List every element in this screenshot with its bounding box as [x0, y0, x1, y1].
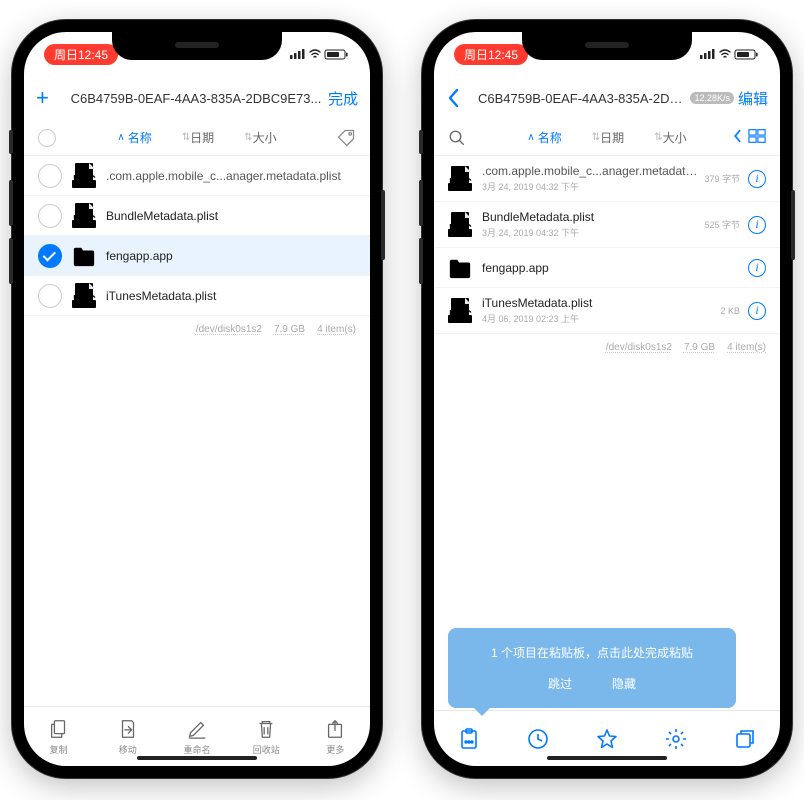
more-button[interactable]: 更多 — [301, 707, 370, 766]
file-row[interactable]: fengapp.app — [24, 236, 370, 276]
nav-bar: + C6B4759B-0EAF-4AA3-835A-2DBC9E73... 完成 — [24, 76, 370, 120]
file-row[interactable]: .com.apple.mobile_c...anager.metadata.pl… — [434, 156, 780, 202]
file-row[interactable]: BundleMetadata.plist 3月 24, 2019 04:32 下… — [434, 202, 780, 248]
tooltip-hide-button[interactable]: 隐藏 — [612, 675, 636, 692]
view-grid-icon[interactable] — [748, 128, 766, 147]
file-list: .com.apple.mobile_c...anager.metadata.pl… — [434, 156, 780, 710]
file-name: .com.apple.mobile_c...anager.metadata.pl… — [106, 169, 356, 183]
row-checkbox[interactable] — [38, 244, 62, 268]
file-name: iTunesMetadata.plist — [106, 289, 356, 303]
home-indicator[interactable] — [547, 756, 667, 760]
folder-icon — [448, 254, 472, 282]
done-button[interactable]: 完成 — [328, 88, 358, 109]
disk-stats: /dev/disk0s1s2 7.9 GB 4 item(s) — [434, 334, 780, 361]
file-size: 379 字节 — [704, 172, 740, 185]
file-date: 3月 24, 2019 04:32 下午 — [482, 226, 698, 239]
sort-bar: ∧名称 ⇅日期 ⇅大小 — [434, 120, 780, 156]
file-row[interactable]: iTunesMetadata.plist — [24, 276, 370, 316]
add-button[interactable]: + — [36, 85, 64, 111]
disk-stats: /dev/disk0s1s2 7.9 GB 4 item(s) — [24, 316, 370, 343]
view-back-icon[interactable] — [732, 129, 742, 146]
nav-title: C6B4759B-0EAF-4AA3-835A-2DBC9E73... — [64, 91, 328, 106]
sort-by-date[interactable]: ⇅日期 — [182, 129, 214, 146]
home-indicator[interactable] — [137, 756, 257, 760]
folder-icon — [72, 242, 96, 270]
info-icon[interactable]: i — [748, 259, 766, 277]
plist-file-icon — [448, 165, 472, 193]
disk-free: 7.9 GB — [274, 324, 305, 335]
copy-button[interactable]: 复制 — [24, 707, 93, 766]
tab-clipboard[interactable] — [434, 711, 503, 766]
phone-left: 周日12:45 + C6B4759B-0EAF-4AA3-835A-2DBC9E… — [12, 20, 382, 778]
file-row[interactable]: fengapp.app i — [434, 248, 780, 288]
file-name: .com.apple.mobile_c...anager.metadata.pl… — [482, 164, 698, 178]
file-name: BundleMetadata.plist — [106, 209, 356, 223]
file-name: iTunesMetadata.plist — [482, 296, 714, 310]
info-icon[interactable]: i — [748, 302, 766, 320]
status-time: 周日12:45 — [454, 44, 528, 65]
row-checkbox[interactable] — [38, 204, 62, 228]
disk-path: /dev/disk0s1s2 — [606, 342, 672, 353]
sort-by-date[interactable]: ⇅日期 — [592, 129, 624, 146]
file-date: 3月 24, 2019 04:32 下午 — [482, 180, 698, 193]
tooltip-skip-button[interactable]: 跳过 — [548, 675, 572, 692]
sort-by-name[interactable]: ∧名称 — [527, 129, 561, 146]
file-size: 2 KB — [720, 306, 740, 316]
row-checkbox[interactable] — [38, 284, 62, 308]
disk-path: /dev/disk0s1s2 — [196, 324, 262, 335]
tab-windows[interactable] — [711, 711, 780, 766]
file-date: 4月 06, 2019 02:23 上午 — [482, 312, 714, 325]
status-indicators — [700, 49, 760, 60]
edit-button[interactable]: 编辑 — [738, 88, 768, 109]
file-row[interactable]: .com.apple.mobile_c...anager.metadata.pl… — [24, 156, 370, 196]
plist-file-icon — [72, 162, 96, 190]
item-count: 4 item(s) — [727, 342, 766, 353]
file-name: BundleMetadata.plist — [482, 210, 698, 224]
info-icon[interactable]: i — [748, 170, 766, 188]
nav-title: C6B4759B-0EAF-4AA3-835A-2DBC9E736A... — [474, 91, 690, 106]
file-name: fengapp.app — [482, 261, 740, 275]
plist-file-icon — [72, 202, 96, 230]
paste-tooltip[interactable]: 1 个项目在粘贴板，点击此处完成粘贴 跳过 隐藏 — [448, 628, 736, 708]
phone-right: 周日12:45 C6B4759B-0EAF-4AA3-835A-2DBC9E73… — [422, 20, 792, 778]
row-checkbox[interactable] — [38, 164, 62, 188]
tooltip-message: 1 个项目在粘贴板，点击此处完成粘贴 — [460, 644, 724, 661]
sort-by-name[interactable]: ∧名称 — [117, 129, 151, 146]
file-row[interactable]: iTunesMetadata.plist 4月 06, 2019 02:23 上… — [434, 288, 780, 334]
status-indicators — [290, 49, 350, 60]
tag-icon[interactable] — [330, 128, 356, 148]
network-speed: 12.28K/s — [690, 92, 734, 104]
info-icon[interactable]: i — [748, 216, 766, 234]
file-row[interactable]: BundleMetadata.plist — [24, 196, 370, 236]
nav-bar: C6B4759B-0EAF-4AA3-835A-2DBC9E736A... 12… — [434, 76, 780, 120]
back-button[interactable] — [446, 88, 474, 108]
select-all-checkbox[interactable] — [38, 129, 56, 147]
sort-by-size[interactable]: ⇅大小 — [244, 129, 276, 146]
file-size: 525 字节 — [704, 218, 740, 231]
plist-file-icon — [448, 297, 472, 325]
plist-file-icon — [448, 211, 472, 239]
disk-free: 7.9 GB — [684, 342, 715, 353]
search-icon[interactable] — [448, 129, 474, 147]
sort-by-size[interactable]: ⇅大小 — [654, 129, 686, 146]
sort-bar: ∧名称 ⇅日期 ⇅大小 — [24, 120, 370, 156]
file-list: .com.apple.mobile_c...anager.metadata.pl… — [24, 156, 370, 706]
file-name: fengapp.app — [106, 249, 356, 263]
status-time: 周日12:45 — [44, 44, 118, 65]
item-count: 4 item(s) — [317, 324, 356, 335]
plist-file-icon — [72, 282, 96, 310]
